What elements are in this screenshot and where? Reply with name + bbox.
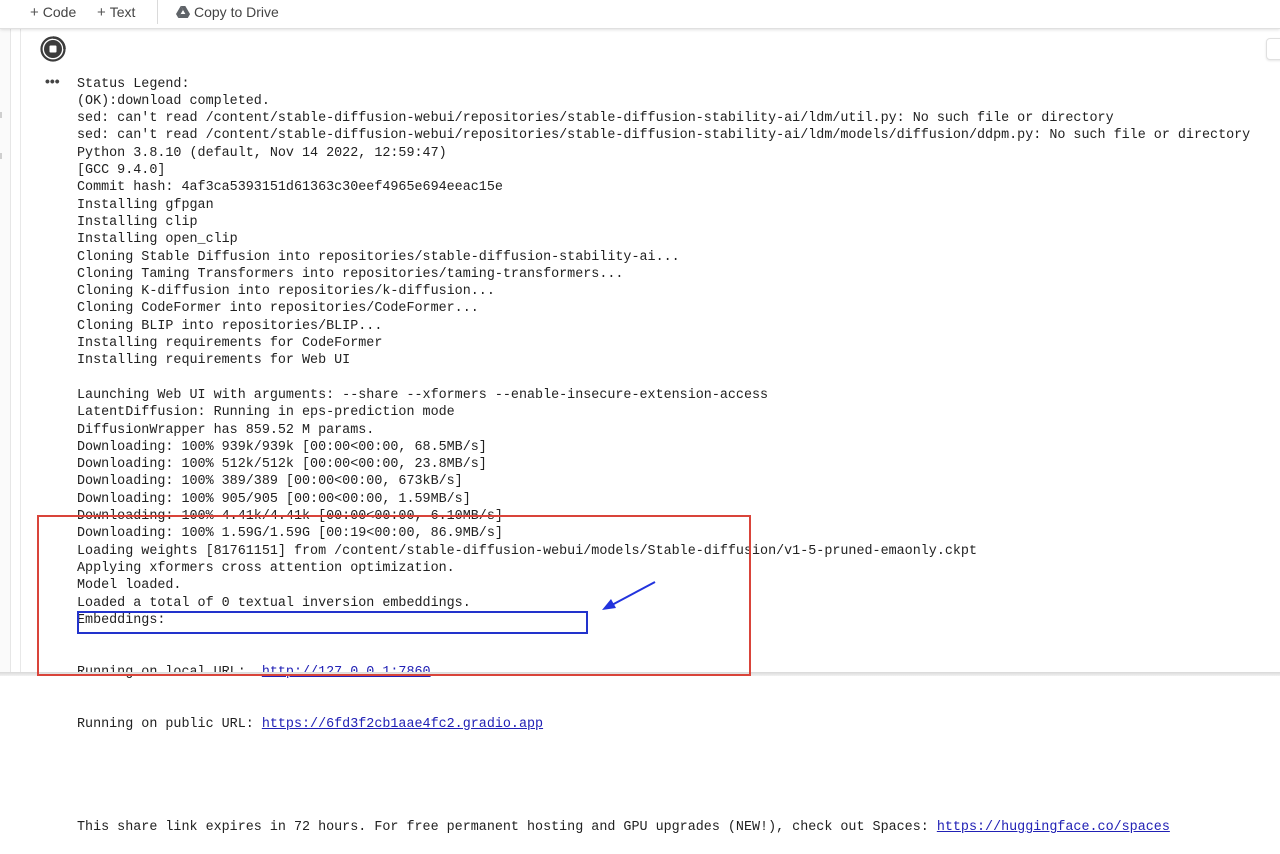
add-text-cell-button[interactable]: + Text (97, 2, 135, 22)
copy-to-drive-label: Copy to Drive (194, 4, 279, 20)
output-line: Loading weights [81761151] from /content… (77, 543, 977, 559)
copy-to-drive-button[interactable]: Copy to Drive (176, 2, 279, 22)
output-line: Downloading: 100% 4.41k/4.41k [00:00<00:… (77, 509, 503, 525)
cell-border (20, 28, 21, 676)
cell-bottom-shadow (0, 672, 1280, 676)
output-line: Installing requirements for CodeFormer (77, 336, 383, 352)
output-lines: Status Legend: (OK):download completed. se… (77, 76, 1280, 630)
cell-output: Status Legend: (OK):download completed. se… (77, 41, 1280, 854)
stop-execution-icon[interactable] (40, 36, 66, 62)
output-line: Cloning CodeFormer into repositories/Cod… (77, 301, 479, 317)
output-line: Status Legend: (77, 76, 190, 92)
public-url-line: Running on public URL: https://6fd3f2cb1… (77, 716, 1280, 733)
output-line: Cloning K-diffusion into repositories/k-… (77, 284, 495, 300)
more-options-icon[interactable]: ••• (45, 74, 60, 88)
share-notice-line: This share link expires in 72 hours. For… (77, 819, 1280, 836)
huggingface-spaces-link[interactable]: https://huggingface.co/spaces (937, 820, 1170, 835)
output-line: Loaded a total of 0 textual inversion em… (77, 595, 471, 611)
notebook-toolbar: + Code + Text Copy to Drive (0, 0, 1280, 29)
public-url-link[interactable]: https://6fd3f2cb1aae4fc2.gradio.app (262, 717, 543, 732)
output-line: Downloading: 100% 905/905 [00:00<00:00, … (77, 491, 471, 507)
output-line: Downloading: 100% 939k/939k [00:00<00:00… (77, 439, 487, 455)
add-text-label: Text (109, 4, 136, 20)
output-line: Python 3.8.10 (default, Nov 14 2022, 12:… (77, 145, 447, 161)
output-line: Downloading: 100% 512k/512k [00:00<00:00… (77, 457, 487, 473)
gutter-marker (0, 153, 2, 159)
output-line: sed: can't read /content/stable-diffusio… (77, 128, 1251, 144)
output-line: Cloning Stable Diffusion into repositori… (77, 249, 680, 265)
output-line: (OK):download completed. (77, 93, 270, 109)
annotation-arrow-icon (602, 581, 656, 610)
output-line: Installing open_clip (77, 232, 238, 248)
toolbar-divider (157, 0, 158, 24)
add-code-cell-button[interactable]: + Code (30, 2, 76, 22)
output-line: Installing clip (77, 214, 198, 230)
gutter-marker (0, 112, 2, 118)
output-line: Applying xformers cross attention optimi… (77, 560, 455, 576)
output-line: Downloading: 100% 1.59G/1.59G [00:19<00:… (77, 526, 503, 542)
output-line: Launching Web UI with arguments: --share… (77, 387, 769, 403)
output-line: Embeddings: (77, 612, 166, 628)
output-line: LatentDiffusion: Running in eps-predicti… (77, 405, 455, 421)
plus-icon: + (30, 4, 39, 21)
output-line: DiffusionWrapper has 859.52 M params. (77, 422, 375, 438)
output-line: Model loaded. (77, 578, 182, 594)
output-line: sed: can't read /content/stable-diffusio… (77, 111, 1114, 127)
output-line: [GCC 9.4.0] (77, 163, 166, 179)
public-url-prefix: Running on public URL: (77, 716, 262, 732)
share-notice-text: This share link expires in 72 hours. For… (77, 820, 937, 836)
output-line: Installing requirements for Web UI (77, 353, 351, 369)
output-line: Downloading: 100% 389/389 [00:00<00:00, … (77, 474, 463, 490)
output-line: Cloning BLIP into repositories/BLIP... (77, 318, 383, 334)
output-line: Installing gfpgan (77, 197, 214, 213)
add-code-label: Code (42, 4, 77, 20)
output-line: Commit hash: 4af3ca5393151d61363c30eef49… (77, 180, 503, 196)
left-gutter (0, 28, 10, 676)
output-line: Cloning Taming Transformers into reposit… (77, 266, 624, 282)
google-drive-icon (176, 6, 190, 18)
plus-icon: + (97, 4, 106, 21)
